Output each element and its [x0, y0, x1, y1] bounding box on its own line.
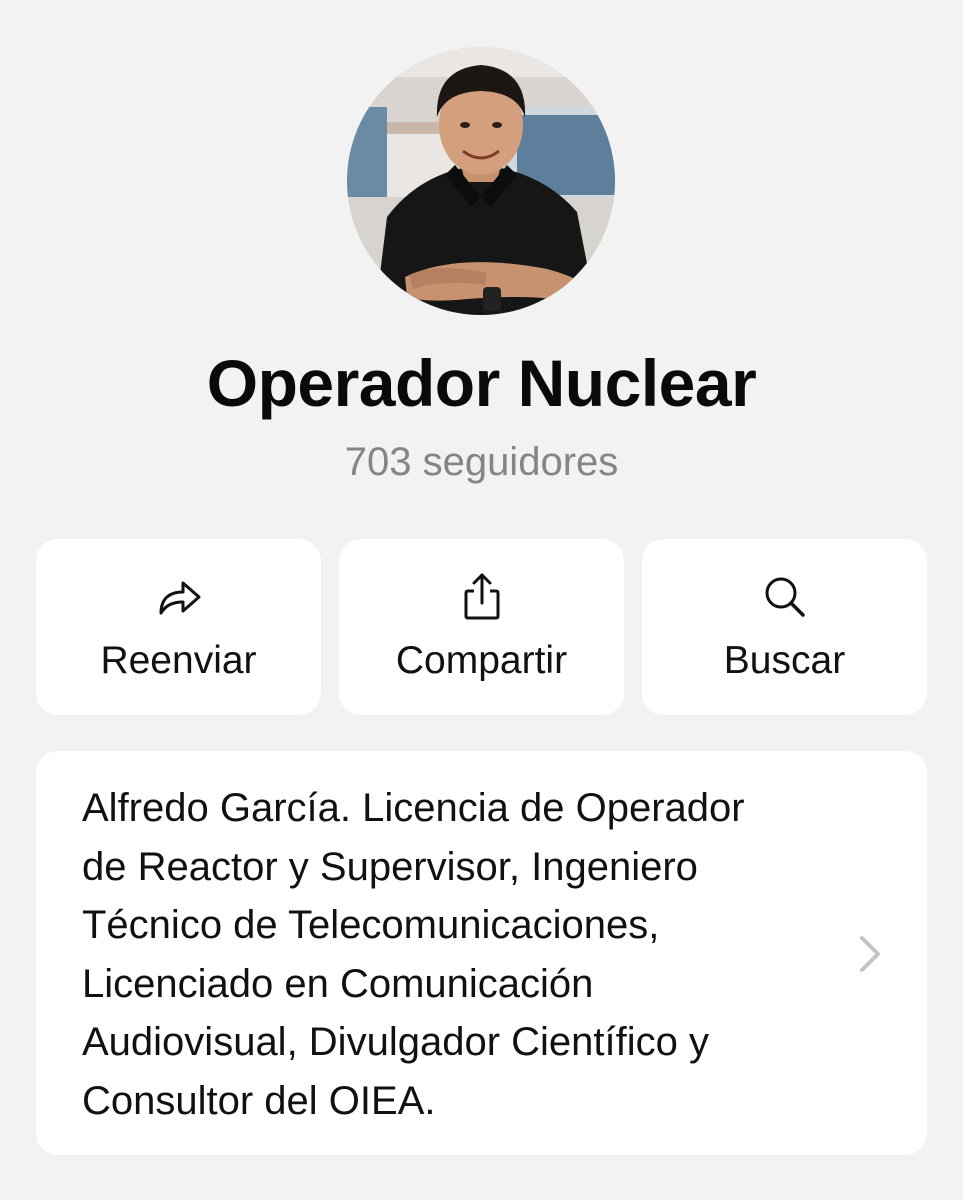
profile-photo	[347, 47, 615, 315]
description-line: Consultor del OIEA.	[82, 1078, 436, 1123]
search-icon	[765, 577, 805, 617]
forward-button-label: Reenviar	[100, 639, 257, 682]
avatar[interactable]	[347, 47, 615, 315]
chevron-right-icon	[860, 936, 880, 972]
description-line: de Reactor y Supervisor, Ingeniero	[82, 844, 698, 889]
share-button-label: Compartir	[395, 639, 568, 682]
followers-count: 703 seguidores	[344, 440, 619, 484]
share-icon	[464, 573, 499, 620]
description-line: Alfredo García. Licencia de Operador	[82, 786, 745, 830]
forward-button[interactable]: Reenviar	[36, 539, 321, 715]
forward-arrow-icon	[159, 581, 200, 615]
search-button-label: Buscar	[723, 639, 846, 682]
share-button[interactable]: Compartir	[339, 539, 624, 715]
channel-name: Operador Nuclear	[206, 346, 757, 420]
description-line: Audiovisual, Divulgador Científico y	[82, 1020, 709, 1064]
about-card[interactable]: Alfredo García. Licencia de Operador de …	[36, 751, 927, 1155]
channel-description: Alfredo García. Licencia de Operador de …	[82, 779, 842, 1130]
description-line: Licenciado en Comunicación	[82, 961, 594, 1006]
description-line: Técnico de Telecomunicaciones,	[82, 903, 660, 947]
action-buttons: Reenviar Compartir Buscar	[36, 539, 927, 715]
search-button[interactable]: Buscar	[642, 539, 927, 715]
